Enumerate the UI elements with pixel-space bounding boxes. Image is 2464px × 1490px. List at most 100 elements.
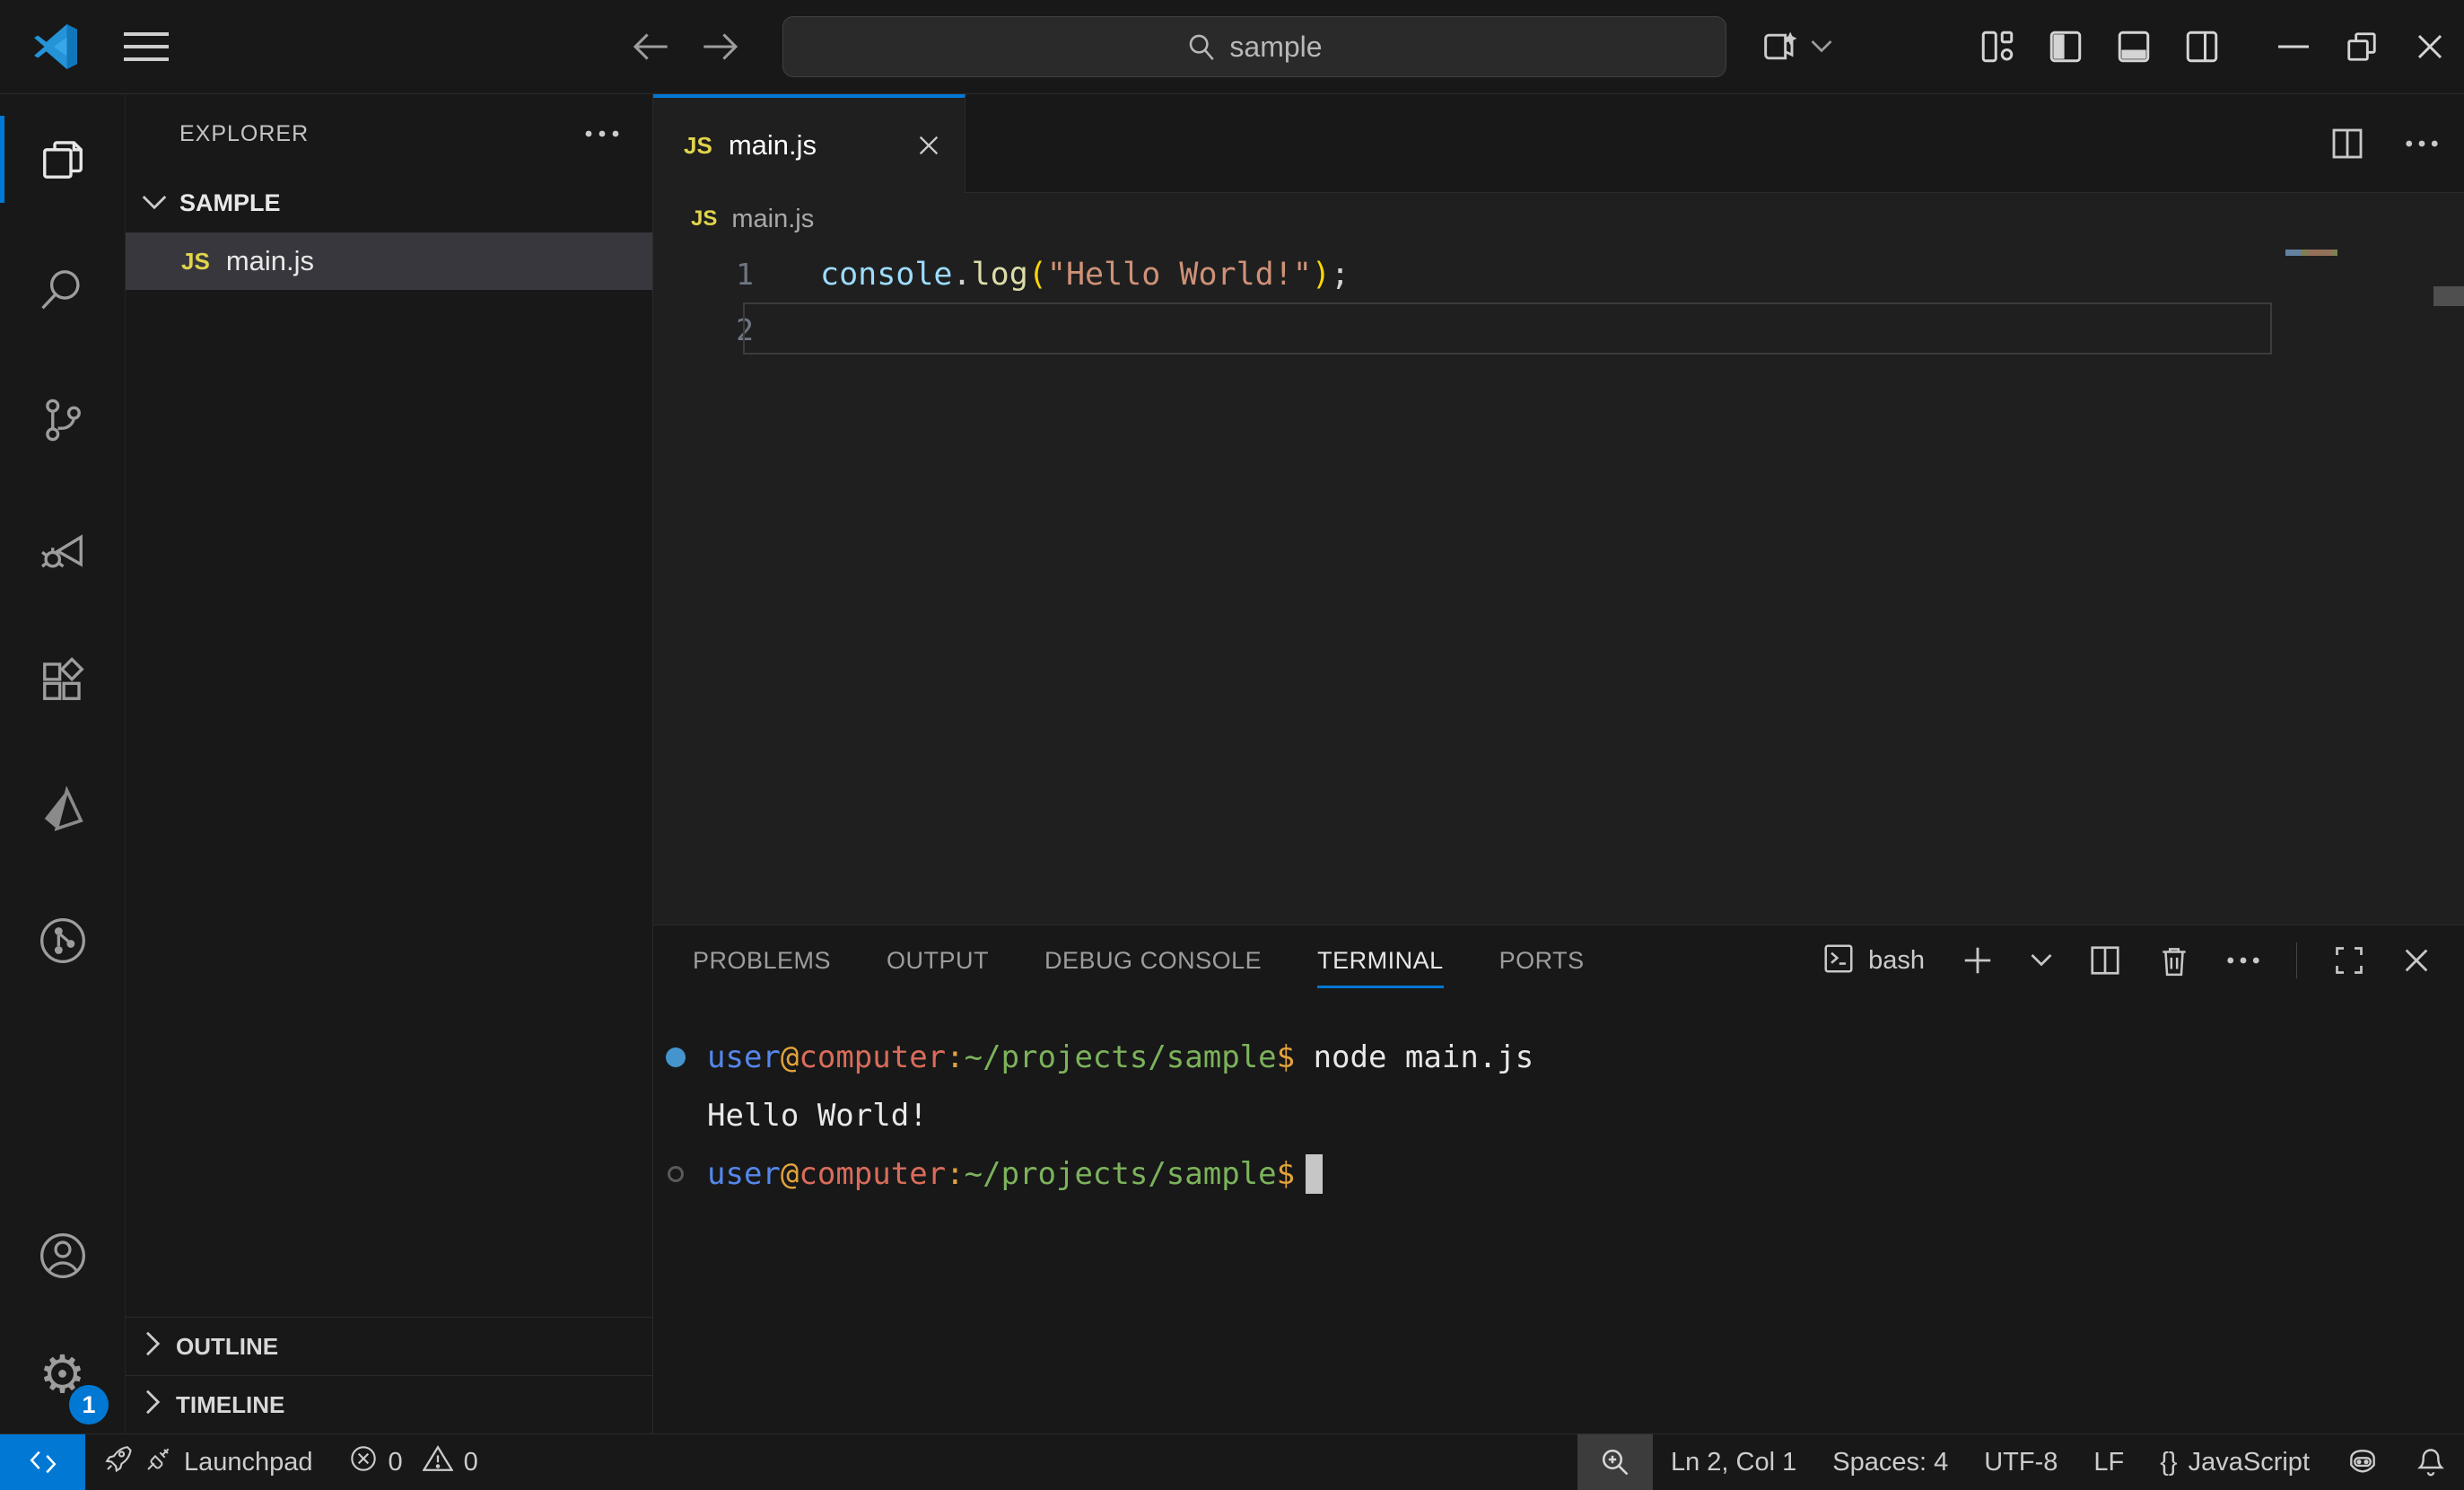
problems-status-item[interactable]: 0 0 [331,1434,496,1490]
toolbar-separator [2296,942,2297,978]
status-bar-right: Ln 2, Col 1 Spaces: 4 UTF-8 LF {} JavaSc… [1577,1434,2464,1490]
editor-tab-bar: JS main.js [653,94,2464,193]
editor-scrollbar[interactable] [2433,286,2464,306]
chevron-right-icon [145,1389,162,1421]
explorer-sidebar: EXPLORER SAMPLE JS main.js OUTLI [126,94,653,1433]
window-controls [1963,0,2464,93]
terminal-line-prompt: user@computer:~/projects/sample$ [664,1144,2464,1203]
close-window-icon[interactable] [2396,0,2464,93]
javascript-file-icon: JS [691,206,717,232]
terminal-content[interactable]: user@computer:~/projects/sample$ node ma… [653,995,2464,1433]
chevron-down-icon [1811,39,1832,54]
explorer-more-actions-icon[interactable] [584,129,620,138]
warning-count: 0 [464,1448,478,1477]
extensions-icon[interactable] [0,615,125,745]
close-panel-icon[interactable] [2401,945,2432,976]
breadcrumb-file: main.js [731,205,814,234]
indentation[interactable]: Spaces: 4 [1814,1434,1966,1490]
run-and-debug-icon[interactable] [0,485,125,615]
error-count: 0 [389,1448,403,1477]
remote-indicator[interactable] [0,1434,85,1490]
language-mode[interactable]: {} JavaScript [2142,1434,2328,1490]
sidebar-title: EXPLORER [179,121,309,147]
title-bar: sample [0,0,2464,94]
split-editor-icon[interactable] [2329,126,2365,162]
editor-group: JS main.js JS main.js [653,94,2464,1433]
tab-ports[interactable]: PORTS [1499,925,1585,995]
terminal-line-command: user@computer:~/projects/sample$ node ma… [664,1028,2464,1086]
sidebar-empty-space [126,290,652,1317]
terminal-command: node main.js [1295,1039,1533,1075]
more-actions-icon[interactable] [2405,139,2439,148]
warning-icon [423,1444,453,1480]
command-center-search[interactable]: sample [782,16,1726,77]
terminal-dropdown-icon[interactable] [2031,953,2052,968]
encoding[interactable]: UTF-8 [1966,1434,2075,1490]
restore-window-icon[interactable] [2328,0,2396,93]
split-terminal-icon[interactable] [2088,943,2122,977]
launchpad-status-item[interactable]: Launchpad [85,1434,331,1490]
terminal-shell-item[interactable]: bash [1822,942,1925,980]
minimap[interactable] [2285,250,2337,256]
forward-button[interactable] [689,0,752,93]
toggle-panel-icon[interactable] [2100,0,2168,93]
folder-sample[interactable]: SAMPLE [126,173,652,232]
menu-icon[interactable] [115,0,178,93]
back-button[interactable] [619,0,682,93]
minimize-icon[interactable] [2259,0,2328,93]
shell-label: bash [1868,946,1925,976]
line-number: 1 [653,247,754,302]
file-main-js[interactable]: JS main.js [126,232,652,290]
search-icon [1186,31,1217,62]
tab-problems[interactable]: PROBLEMS [693,925,831,995]
timeline-section[interactable]: TIMELINE [126,1375,652,1433]
activity-bar-spacer [0,1005,125,1196]
copilot-status-icon[interactable] [2328,1434,2398,1490]
prompt-pending-decoration-icon[interactable] [664,1166,687,1182]
code-editor[interactable]: 1 console.log("Hello World!"); 2 [653,245,2464,925]
copilot-menu-button[interactable] [1748,0,1847,93]
terminal-output: Hello World! [707,1098,928,1134]
toggle-secondary-sidebar-icon[interactable] [2168,0,2236,93]
new-terminal-icon[interactable] [1961,943,1995,977]
eol-sequence[interactable]: LF [2075,1434,2142,1490]
maximize-panel-icon[interactable] [2333,944,2365,977]
code-line-2: 2 [653,302,2464,358]
notifications-bell-icon[interactable] [2398,1434,2464,1490]
javascript-file-icon: JS [684,132,712,160]
language-label: JavaScript [2189,1448,2310,1477]
javascript-file-icon: JS [181,248,210,276]
code-line-1: 1 console.log("Hello World!"); [653,247,2464,302]
cursor-position[interactable]: Ln 2, Col 1 [1653,1434,1814,1490]
sidebar-header: EXPLORER [126,94,652,173]
close-tab-icon[interactable] [916,133,941,158]
outline-section[interactable]: OUTLINE [126,1317,652,1375]
line-number: 2 [653,302,754,358]
search-view-icon[interactable] [0,224,125,355]
zoom-status-icon[interactable] [1577,1434,1653,1490]
tab-debug-console[interactable]: DEBUG CONSOLE [1044,925,1262,995]
customize-layout-icon[interactable] [1963,0,2031,93]
vscode-window: sample [0,0,2464,1490]
terminal-icon [1822,942,1856,980]
explorer-icon[interactable] [0,94,125,224]
breadcrumb[interactable]: JS main.js [653,193,2464,245]
tab-terminal[interactable]: TERMINAL [1317,925,1444,995]
command-success-decoration-icon[interactable] [664,1047,687,1067]
settings-badge: 1 [69,1385,109,1424]
kill-terminal-icon[interactable] [2158,943,2190,977]
panel-more-actions-icon[interactable] [2226,956,2260,965]
panel-toolbar: bash [1822,925,2432,995]
tab-output[interactable]: OUTPUT [887,925,989,995]
toggle-primary-sidebar-icon[interactable] [2031,0,2100,93]
editor-actions [2329,94,2439,193]
accounts-icon[interactable] [0,1196,125,1315]
source-control-icon[interactable] [0,355,125,485]
settings-gear-icon[interactable]: ⚙ 1 [0,1315,125,1433]
workbench: ⚙ 1 EXPLORER SAMPLE JS main.js [0,94,2464,1433]
git-graph-extension-icon[interactable] [0,875,125,1005]
pyramid-extension-icon[interactable] [0,745,125,875]
braces-icon: {} [2160,1448,2177,1477]
terminal-cursor [1306,1154,1323,1194]
tab-main-js[interactable]: JS main.js [653,94,966,193]
